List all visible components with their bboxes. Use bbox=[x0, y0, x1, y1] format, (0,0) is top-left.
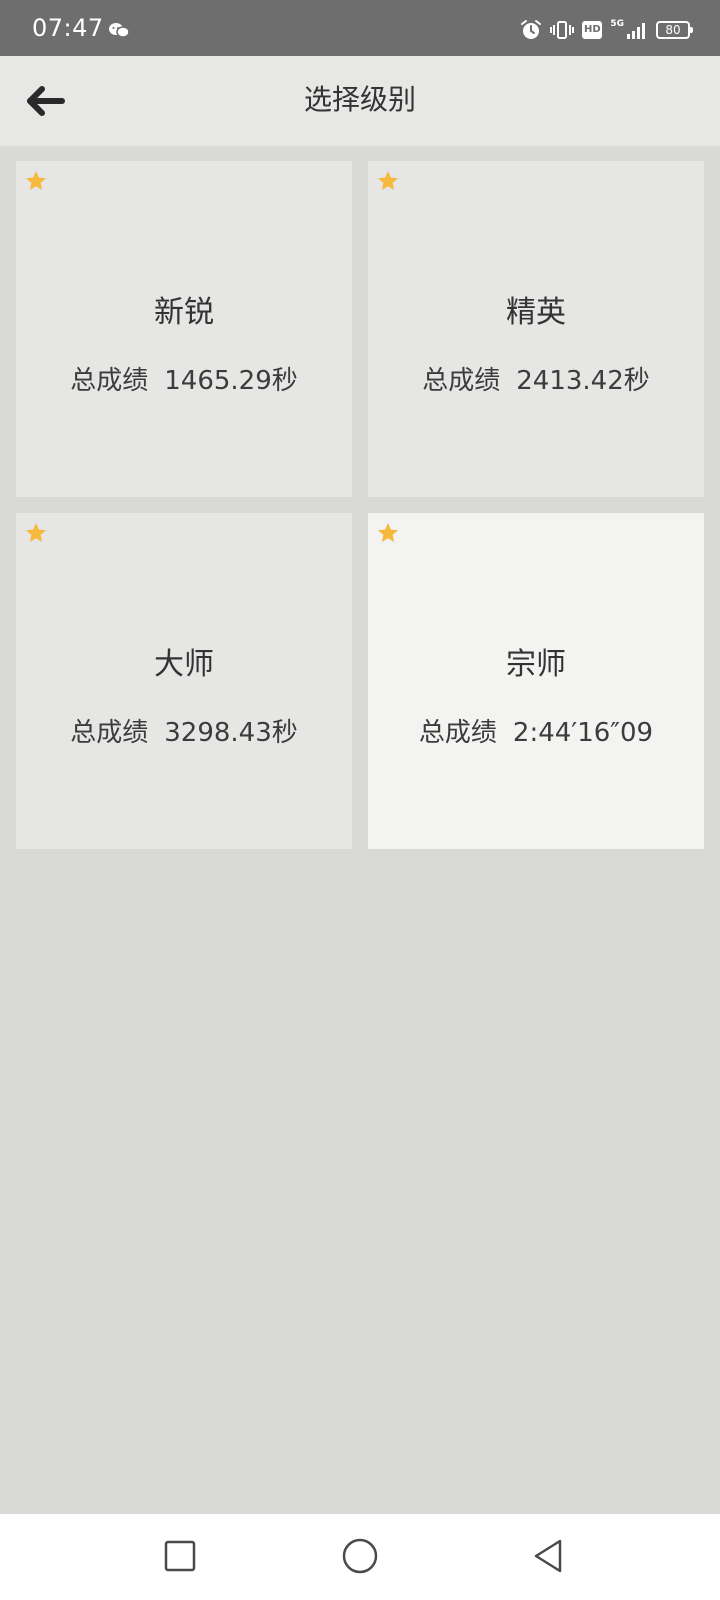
star-icon bbox=[26, 523, 46, 542]
alarm-icon bbox=[520, 19, 542, 41]
score-label: 总成绩 bbox=[422, 366, 501, 396]
level-name: 宗师 bbox=[506, 647, 566, 682]
home-button[interactable] bbox=[338, 1534, 382, 1578]
level-score: 总成绩 2413.42秒 bbox=[368, 363, 704, 399]
level-name: 精英 bbox=[506, 295, 566, 330]
hd-icon: HD bbox=[582, 21, 603, 39]
level-name: 大师 bbox=[154, 647, 214, 682]
recents-button[interactable] bbox=[158, 1534, 202, 1578]
score-value: 1465.29秒 bbox=[164, 366, 298, 396]
status-time: 07:47 bbox=[32, 14, 104, 42]
home-circle-icon bbox=[342, 1538, 378, 1574]
wechat-icon bbox=[108, 22, 130, 38]
system-nav-bar bbox=[0, 1514, 720, 1600]
page-title: 选择级别 bbox=[303, 83, 416, 116]
network-type: 5G bbox=[610, 19, 624, 29]
level-card-xinrui[interactable]: 新锐 总成绩 1465.29秒 bbox=[16, 161, 352, 497]
score-label: 总成绩 bbox=[70, 718, 149, 748]
app-header: 选择级别 bbox=[0, 56, 720, 146]
score-label: 总成绩 bbox=[70, 366, 149, 396]
level-card-jingying[interactable]: 精英 总成绩 2413.42秒 bbox=[368, 161, 704, 497]
vibrate-icon bbox=[550, 19, 575, 41]
status-icons: HD 5G 80 bbox=[520, 18, 693, 42]
level-card-zongshi[interactable]: 宗师 总成绩 2:44′16″09 bbox=[368, 513, 704, 849]
score-value: 2:44′16″09 bbox=[512, 718, 654, 748]
level-score: 总成绩 3298.43秒 bbox=[16, 715, 352, 751]
score-value: 3298.43秒 bbox=[164, 718, 298, 748]
star-icon bbox=[378, 523, 398, 542]
level-card-dashi[interactable]: 大师 总成绩 3298.43秒 bbox=[16, 513, 352, 849]
battery-icon: 80 bbox=[656, 21, 693, 39]
back-triangle-icon bbox=[534, 1539, 562, 1573]
back-nav-button[interactable] bbox=[526, 1534, 570, 1578]
level-name: 新锐 bbox=[154, 295, 214, 330]
star-icon bbox=[26, 171, 46, 190]
recents-square-icon bbox=[164, 1540, 196, 1572]
score-value: 2413.42秒 bbox=[516, 366, 650, 396]
status-bar: 07:47 HD 5G 80 bbox=[0, 0, 720, 56]
star-icon bbox=[378, 171, 398, 190]
level-score: 总成绩 2:44′16″09 bbox=[368, 715, 704, 751]
signal-icon bbox=[626, 20, 648, 40]
score-label: 总成绩 bbox=[418, 718, 497, 748]
battery-level: 80 bbox=[665, 23, 681, 37]
level-score: 总成绩 1465.29秒 bbox=[16, 363, 352, 399]
